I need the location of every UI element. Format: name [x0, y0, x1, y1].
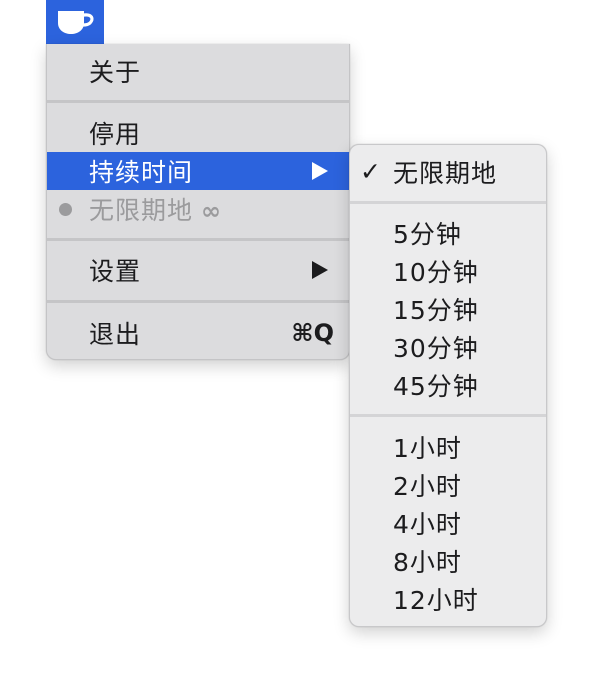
- quit-shortcut: ⌘Q: [291, 319, 334, 347]
- submenu-item-label: 8小时: [393, 547, 462, 577]
- status-dropdown-menu: 关于 停用 持续时间 无限期地 ∞ 设置 退出 ⌘Q: [46, 44, 350, 360]
- submenu-item-label: 2小时: [393, 471, 462, 501]
- submenu-arrow-icon: [312, 162, 328, 180]
- menu-item-quit-label: 退出: [89, 320, 142, 349]
- coffee-cup-icon: [58, 11, 94, 34]
- menu-separator: [47, 238, 350, 241]
- menu-item-duration[interactable]: 持续时间: [47, 152, 350, 190]
- submenu-item-label: 30分钟: [393, 333, 479, 363]
- checkmark-icon: ✓: [360, 157, 382, 186]
- submenu-item-indefinitely[interactable]: ✓ 无限期地: [350, 153, 546, 190]
- menu-item-status: 无限期地 ∞: [47, 190, 350, 228]
- submenu-item-2h[interactable]: 2小时: [350, 466, 546, 503]
- menu-item-disable[interactable]: 停用: [47, 114, 350, 152]
- menu-item-quit[interactable]: 退出 ⌘Q: [47, 314, 350, 352]
- submenu-separator: [350, 201, 546, 204]
- desktop-stage: 关于 停用 持续时间 无限期地 ∞ 设置 退出 ⌘Q ✓ 无限期地 5分钟 10…: [0, 0, 592, 680]
- submenu-item-45min[interactable]: 45分钟: [350, 366, 546, 403]
- duration-submenu: ✓ 无限期地 5分钟 10分钟 15分钟 30分钟 45分钟 1小时 2小时 4…: [349, 144, 547, 627]
- submenu-item-label: 无限期地: [393, 158, 498, 188]
- menu-item-status-text: 无限期地 ∞: [89, 191, 221, 227]
- submenu-item-label: 1小时: [393, 433, 462, 463]
- status-label: 无限期地: [89, 196, 194, 225]
- submenu-item-label: 10分钟: [393, 257, 479, 287]
- submenu-item-12h[interactable]: 12小时: [350, 580, 546, 617]
- submenu-item-label: 15分钟: [393, 295, 479, 325]
- submenu-item-10min[interactable]: 10分钟: [350, 252, 546, 289]
- submenu-item-label: 5分钟: [393, 219, 462, 249]
- menubar-status-item[interactable]: [46, 0, 104, 44]
- infinity-symbol: ∞: [201, 197, 222, 225]
- menu-item-settings[interactable]: 设置: [47, 251, 350, 289]
- submenu-item-15min[interactable]: 15分钟: [350, 290, 546, 327]
- submenu-item-8h[interactable]: 8小时: [350, 542, 546, 579]
- submenu-item-label: 4小时: [393, 509, 462, 539]
- submenu-item-label: 12小时: [393, 585, 479, 615]
- submenu-separator: [350, 414, 546, 417]
- submenu-item-30min[interactable]: 30分钟: [350, 328, 546, 365]
- menu-item-disable-label: 停用: [89, 120, 142, 149]
- menu-item-settings-label: 设置: [89, 257, 142, 286]
- menu-item-about[interactable]: 关于: [47, 52, 350, 90]
- status-dot-icon: [59, 202, 72, 216]
- submenu-item-5min[interactable]: 5分钟: [350, 214, 546, 251]
- menu-separator: [47, 100, 350, 103]
- submenu-item-label: 45分钟: [393, 371, 479, 401]
- menu-item-duration-label: 持续时间: [89, 158, 194, 187]
- submenu-arrow-icon: [312, 261, 328, 279]
- submenu-item-4h[interactable]: 4小时: [350, 504, 546, 541]
- menu-item-about-label: 关于: [89, 58, 142, 87]
- submenu-item-1h[interactable]: 1小时: [350, 428, 546, 465]
- menu-separator: [47, 300, 350, 303]
